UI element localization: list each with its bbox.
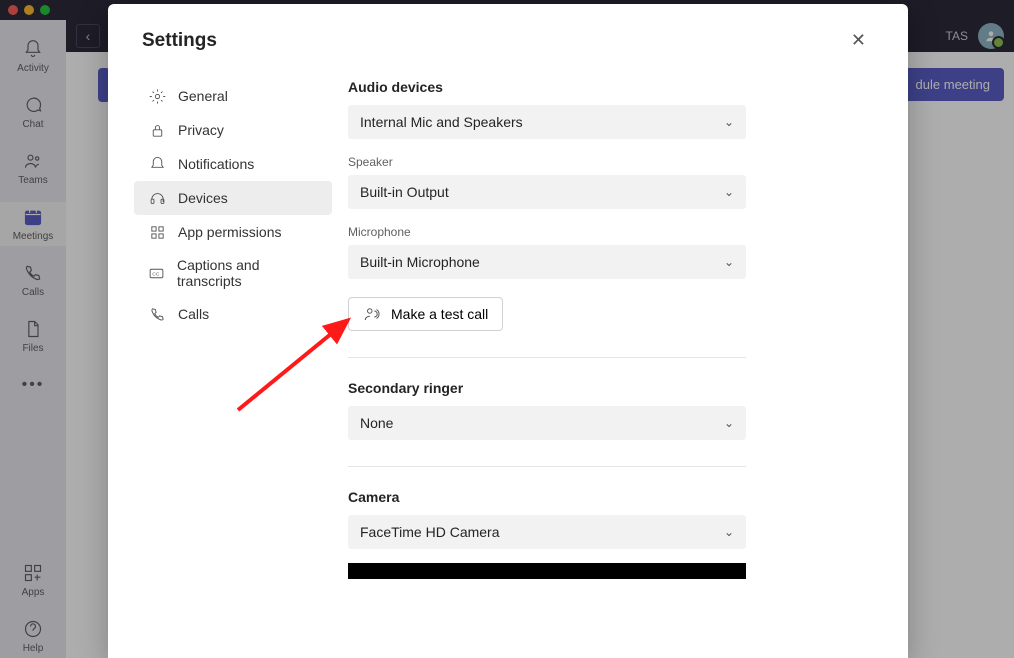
headset-icon [148,189,166,207]
svg-text:CC: CC [152,271,160,277]
button-label: Make a test call [391,306,488,322]
settings-nav: General Privacy Notifications Devices Ap… [128,65,338,658]
chevron-down-icon: ⌄ [724,416,734,430]
camera-select[interactable]: FaceTime HD Camera ⌄ [348,515,746,549]
select-value: FaceTime HD Camera [360,524,500,540]
nav-general[interactable]: General [134,79,332,113]
phone-icon [148,305,166,323]
nav-privacy[interactable]: Privacy [134,113,332,147]
nav-label: App permissions [178,224,282,240]
speaker-select[interactable]: Built-in Output ⌄ [348,175,746,209]
secondary-ringer-title: Secondary ringer [348,380,878,396]
microphone-select[interactable]: Built-in Microphone ⌄ [348,245,746,279]
chevron-down-icon: ⌄ [724,525,734,539]
audio-devices-title: Audio devices [348,79,878,95]
gear-icon [148,87,166,105]
nav-notifications[interactable]: Notifications [134,147,332,181]
nav-label: General [178,88,228,104]
lock-icon [148,121,166,139]
dialog-header: Settings ✕ [108,4,908,65]
microphone-label: Microphone [348,225,878,239]
audio-device-select[interactable]: Internal Mic and Speakers ⌄ [348,105,746,139]
divider [348,466,746,467]
camera-title: Camera [348,489,878,505]
chevron-down-icon: ⌄ [724,255,734,269]
settings-content[interactable]: Audio devices Internal Mic and Speakers … [338,65,908,658]
nav-label: Notifications [178,156,254,172]
nav-captions[interactable]: CC Captions and transcripts [134,249,332,297]
select-value: None [360,415,393,431]
secondary-ringer-select[interactable]: None ⌄ [348,406,746,440]
headset-person-icon [363,305,381,323]
test-call-button[interactable]: Make a test call [348,297,503,331]
dialog-title: Settings [142,30,217,52]
nav-calls[interactable]: Calls [134,297,332,331]
select-value: Built-in Microphone [360,254,480,270]
divider [348,357,746,358]
settings-dialog: Settings ✕ General Privacy Notifications [108,4,908,658]
nav-devices[interactable]: Devices [134,181,332,215]
nav-label: Captions and transcripts [177,257,318,289]
close-icon: ✕ [851,30,866,50]
select-value: Internal Mic and Speakers [360,114,523,130]
chevron-down-icon: ⌄ [724,185,734,199]
close-button[interactable]: ✕ [843,26,874,55]
app-background: ‹ TAS Activity Chat Teams Meetings Call [0,0,1014,658]
chevron-down-icon: ⌄ [724,115,734,129]
grid-icon [148,223,166,241]
select-value: Built-in Output [360,184,449,200]
nav-label: Devices [178,190,228,206]
nav-label: Privacy [178,122,224,138]
nav-app-permissions[interactable]: App permissions [134,215,332,249]
speaker-label: Speaker [348,155,878,169]
nav-label: Calls [178,306,209,322]
cc-icon: CC [148,264,165,282]
camera-preview [348,563,746,579]
dialog-body: General Privacy Notifications Devices Ap… [108,65,908,658]
bell-icon [148,155,166,173]
